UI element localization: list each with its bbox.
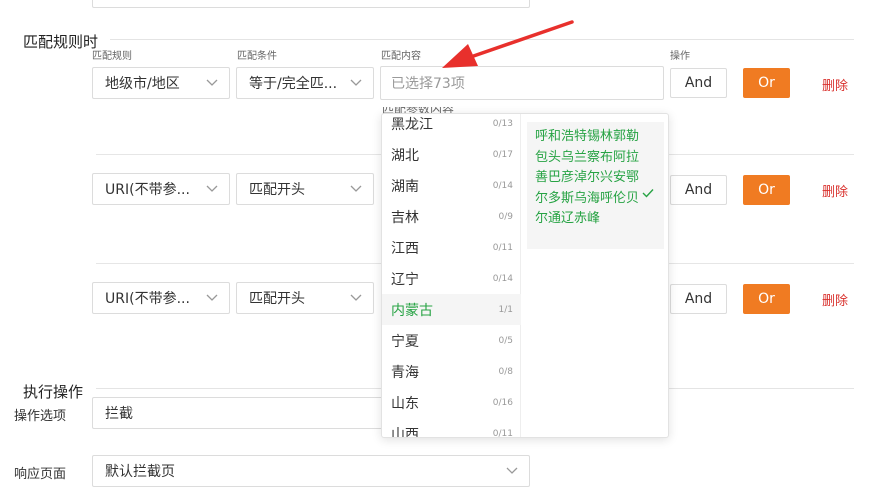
chevron-down-icon (349, 182, 363, 196)
condition-select-row3[interactable]: 匹配开头 (236, 282, 374, 314)
province-item[interactable]: 山东 0/16 (382, 387, 521, 418)
col-label-rule: 匹配规则 (92, 51, 132, 62)
province-item[interactable]: 青海 0/8 (382, 356, 521, 387)
delete-link-row1[interactable]: 删除 (822, 75, 848, 94)
rule-select-value: 地级市/地区 (105, 76, 180, 92)
chevron-down-icon (205, 182, 219, 196)
province-name: 黑龙江 (391, 116, 433, 133)
province-name: 湖南 (391, 178, 419, 195)
or-button-row1[interactable]: Or (743, 68, 790, 98)
province-item[interactable]: 黑龙江 0/13 (382, 114, 521, 139)
province-count: 0/9 (498, 211, 513, 222)
response-page-value: 默认拦截页 (105, 464, 175, 480)
col-label-condition: 匹配条件 (237, 51, 277, 62)
province-count: 0/5 (498, 335, 513, 346)
col-label-content: 匹配内容 (381, 51, 421, 62)
delete-link-row2[interactable]: 删除 (822, 181, 848, 200)
chevron-down-icon (349, 76, 363, 90)
province-list[interactable]: 黑龙江 0/13 湖北 0/17 湖南 0/14 吉林 0/9 江西 0/11 辽宁 0/14 内蒙古 1… (382, 114, 521, 437)
province-count: 0/17 (492, 149, 513, 160)
province-count: 0/13 (492, 118, 513, 129)
rule-select-value: URI(不带参... (105, 291, 190, 307)
rule-select-row3[interactable]: URI(不带参... (92, 282, 230, 314)
province-item[interactable]: 江西 0/11 (382, 232, 521, 263)
or-button-row2[interactable]: Or (743, 175, 790, 205)
rule-select-row1[interactable]: 地级市/地区 (92, 67, 230, 99)
province-name: 山东 (391, 395, 419, 412)
condition-select-row1[interactable]: 等于/完全匹... (236, 67, 374, 99)
province-count: 0/14 (492, 180, 513, 191)
province-name: 辽宁 (391, 271, 419, 288)
condition-select-row2[interactable]: 匹配开头 (236, 173, 374, 205)
condition-select-value: 匹配开头 (249, 291, 305, 307)
province-count: 0/8 (498, 366, 513, 377)
province-item[interactable]: 湖南 0/14 (382, 170, 521, 201)
province-name: 内蒙古 (391, 302, 433, 319)
province-count: 1/1 (498, 304, 513, 315)
province-name: 湖北 (391, 147, 419, 164)
check-icon (642, 186, 654, 202)
option-label: 操作选项 (14, 409, 67, 424)
condition-select-value: 匹配开头 (249, 182, 305, 198)
province-name: 山西 (391, 426, 419, 438)
region-cascader-dropdown: 黑龙江 0/13 湖北 0/17 湖南 0/14 吉林 0/9 江西 0/11 辽宁 0/14 内蒙古 1… (381, 113, 669, 438)
province-name: 江西 (391, 240, 419, 257)
city-group-label: 呼和浩特锡林郭勒包头乌兰察布阿拉善巴彦淖尔兴安鄂尔多斯乌海呼伦贝尔通辽赤峰 (535, 129, 640, 226)
province-item[interactable]: 山西 0/11 (382, 418, 521, 438)
province-count: 0/11 (492, 242, 513, 253)
chevron-down-icon (349, 291, 363, 305)
response-page-select[interactable]: 默认拦截页 (92, 455, 530, 487)
province-name: 吉林 (391, 209, 419, 226)
actions-title: 执行操作 (23, 383, 84, 401)
province-item[interactable]: 宁夏 0/5 (382, 325, 521, 356)
province-count: 0/14 (492, 273, 513, 284)
col-label-action: 操作 (670, 51, 690, 62)
province-item[interactable]: 内蒙古 1/1 (382, 294, 521, 325)
chevron-down-icon (205, 76, 219, 90)
city-group-option[interactable]: 呼和浩特锡林郭勒包头乌兰察布阿拉善巴彦淖尔兴安鄂尔多斯乌海呼伦贝尔通辽赤峰 (527, 122, 664, 249)
rule-select-value: URI(不带参... (105, 182, 190, 198)
match-rules-divider (110, 39, 854, 40)
top-field-partial[interactable] (92, 0, 530, 8)
province-count: 0/11 (492, 428, 513, 438)
chevron-down-icon (505, 464, 519, 478)
chevron-down-icon (205, 291, 219, 305)
and-button-row1[interactable]: And (670, 68, 727, 98)
condition-select-value: 等于/完全匹... (249, 76, 338, 92)
delete-link-row3[interactable]: 删除 (822, 290, 848, 309)
content-select-placeholder: 已选择73项 (391, 76, 465, 92)
province-count: 0/16 (492, 397, 513, 408)
and-button-row3[interactable]: And (670, 284, 727, 314)
province-name: 宁夏 (391, 333, 419, 350)
province-item[interactable]: 辽宁 0/14 (382, 263, 521, 294)
response-page-label: 响应页面 (14, 467, 67, 482)
and-button-row2[interactable]: And (670, 175, 727, 205)
or-button-row3[interactable]: Or (743, 284, 790, 314)
rule-select-row2[interactable]: URI(不带参... (92, 173, 230, 205)
province-item[interactable]: 吉林 0/9 (382, 201, 521, 232)
match-rules-title: 匹配规则时 (23, 33, 99, 51)
content-select-row1[interactable]: 已选择73项 (380, 66, 664, 100)
province-name: 青海 (391, 364, 419, 381)
province-item[interactable]: 湖北 0/17 (382, 139, 521, 170)
